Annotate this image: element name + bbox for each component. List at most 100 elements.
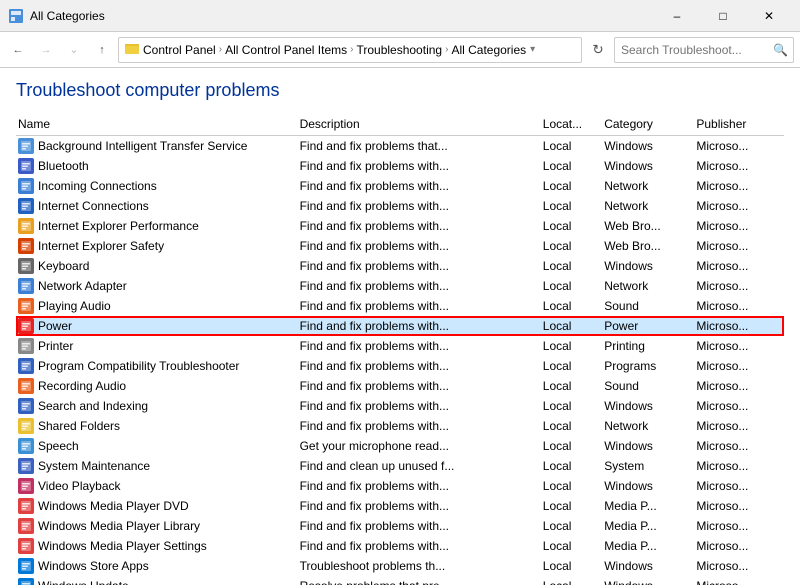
cell-location: Local: [541, 356, 602, 376]
cell-category: Web Bro...: [602, 216, 694, 236]
item-name-text: Printer: [38, 339, 73, 353]
table-row[interactable]: Background Intelligent Transfer Service …: [16, 136, 784, 157]
cell-description: Find and fix problems with...: [298, 496, 541, 516]
cell-publisher: Microso...: [694, 516, 784, 536]
cell-location: Local: [541, 396, 602, 416]
col-header-publisher[interactable]: Publisher: [694, 115, 784, 136]
col-header-category[interactable]: Category: [602, 115, 694, 136]
table-row[interactable]: Internet Explorer Performance Find and f…: [16, 216, 784, 236]
table-row[interactable]: Windows Store Apps Troubleshoot problems…: [16, 556, 784, 576]
cell-publisher: Microso...: [694, 556, 784, 576]
cell-description: Get your microphone read...: [298, 436, 541, 456]
table-row[interactable]: Recording Audio Find and fix problems wi…: [16, 376, 784, 396]
netadap-icon: [18, 278, 34, 294]
cell-location: Local: [541, 216, 602, 236]
col-header-name[interactable]: Name: [16, 115, 298, 136]
path-control-panel[interactable]: Control Panel: [143, 43, 216, 57]
title-bar: All Categories – □ ✕: [0, 0, 800, 32]
cell-location: Local: [541, 276, 602, 296]
table-row[interactable]: Internet Connections Find and fix proble…: [16, 196, 784, 216]
cell-category: Media P...: [602, 496, 694, 516]
cell-name: Incoming Connections: [16, 176, 298, 196]
cell-publisher: Microso...: [694, 476, 784, 496]
cell-location: Local: [541, 556, 602, 576]
forward-button[interactable]: →: [34, 38, 58, 62]
table-row[interactable]: Power Find and fix problems with... Loca…: [16, 316, 784, 336]
cell-publisher: Microso...: [694, 256, 784, 276]
cell-location: Local: [541, 376, 602, 396]
cell-name: System Maintenance: [16, 456, 298, 476]
cell-name: Windows Media Player Library: [16, 516, 298, 536]
back-button[interactable]: ←: [6, 38, 30, 62]
table-row[interactable]: Shared Folders Find and fix problems wit…: [16, 416, 784, 436]
table-row[interactable]: Windows Media Player DVD Find and fix pr…: [16, 496, 784, 516]
path-all-categories[interactable]: All Categories: [451, 43, 526, 57]
table-row[interactable]: Windows Media Player Library Find and fi…: [16, 516, 784, 536]
bits-icon: [18, 138, 34, 154]
up-button[interactable]: ↑: [90, 38, 114, 62]
window-icon: [8, 8, 24, 24]
col-header-description[interactable]: Description: [298, 115, 541, 136]
cell-description: Find and fix problems with...: [298, 536, 541, 556]
item-name-text: Incoming Connections: [38, 179, 157, 193]
cell-category: Network: [602, 276, 694, 296]
compat-icon: [18, 358, 34, 374]
address-path[interactable]: Control Panel › All Control Panel Items …: [118, 37, 582, 63]
table-row[interactable]: Printer Find and fix problems with... Lo…: [16, 336, 784, 356]
table-row[interactable]: Incoming Connections Find and fix proble…: [16, 176, 784, 196]
col-header-location[interactable]: Locat...: [541, 115, 602, 136]
cell-description: Find and fix problems with...: [298, 256, 541, 276]
search-input[interactable]: [614, 37, 794, 63]
cell-description: Find and fix problems with...: [298, 516, 541, 536]
table-row[interactable]: Network Adapter Find and fix problems wi…: [16, 276, 784, 296]
bluetooth-icon: [18, 158, 34, 174]
cell-publisher: Microso...: [694, 316, 784, 336]
table-row[interactable]: Windows Update Resolve problems that pre…: [16, 576, 784, 585]
table-row[interactable]: Keyboard Find and fix problems with... L…: [16, 256, 784, 276]
cell-category: Network: [602, 196, 694, 216]
recent-button[interactable]: ⌄: [62, 38, 86, 62]
cell-publisher: Microso...: [694, 356, 784, 376]
table-row[interactable]: Windows Media Player Settings Find and f…: [16, 536, 784, 556]
table-row[interactable]: Search and Indexing Find and fix problem…: [16, 396, 784, 416]
path-troubleshooting[interactable]: Troubleshooting: [356, 43, 442, 57]
cell-publisher: Microso...: [694, 456, 784, 476]
cell-name: Speech: [16, 436, 298, 456]
cell-name: Internet Connections: [16, 196, 298, 216]
search-wrap: 🔍: [614, 37, 794, 63]
table-row[interactable]: Video Playback Find and fix problems wit…: [16, 476, 784, 496]
item-name-text: Network Adapter: [38, 279, 127, 293]
path-all-items[interactable]: All Control Panel Items: [225, 43, 347, 57]
speech-icon: [18, 438, 34, 454]
cell-publisher: Microso...: [694, 536, 784, 556]
item-name-text: Speech: [38, 439, 79, 453]
table-row[interactable]: System Maintenance Find and clean up unu…: [16, 456, 784, 476]
cell-description: Resolve problems that pre...: [298, 576, 541, 585]
power-icon: [18, 318, 34, 334]
cell-description: Find and fix problems with...: [298, 276, 541, 296]
table-row[interactable]: Bluetooth Find and fix problems with... …: [16, 156, 784, 176]
cell-location: Local: [541, 176, 602, 196]
cell-name: Windows Store Apps: [16, 556, 298, 576]
minimize-button[interactable]: –: [654, 0, 700, 32]
cell-location: Local: [541, 456, 602, 476]
address-bar: ← → ⌄ ↑ Control Panel › All Control Pane…: [0, 32, 800, 68]
table-row[interactable]: Speech Get your microphone read... Local…: [16, 436, 784, 456]
cell-category: Windows: [602, 256, 694, 276]
content-area: Troubleshoot computer problems Name Desc…: [0, 68, 800, 585]
table-row[interactable]: Internet Explorer Safety Find and fix pr…: [16, 236, 784, 256]
item-name-text: Background Intelligent Transfer Service: [38, 139, 247, 153]
table-row[interactable]: Playing Audio Find and fix problems with…: [16, 296, 784, 316]
cell-publisher: Microso...: [694, 576, 784, 585]
maximize-button[interactable]: □: [700, 0, 746, 32]
item-name-text: System Maintenance: [38, 459, 150, 473]
cell-publisher: Microso...: [694, 276, 784, 296]
close-button[interactable]: ✕: [746, 0, 792, 32]
cell-description: Find and fix problems with...: [298, 236, 541, 256]
refresh-button[interactable]: ↻: [586, 38, 610, 62]
recaudio-icon: [18, 378, 34, 394]
store-icon: [18, 558, 34, 574]
table-row[interactable]: Program Compatibility Troubleshooter Fin…: [16, 356, 784, 376]
cell-category: Media P...: [602, 516, 694, 536]
item-name-text: Windows Media Player Settings: [38, 539, 207, 553]
